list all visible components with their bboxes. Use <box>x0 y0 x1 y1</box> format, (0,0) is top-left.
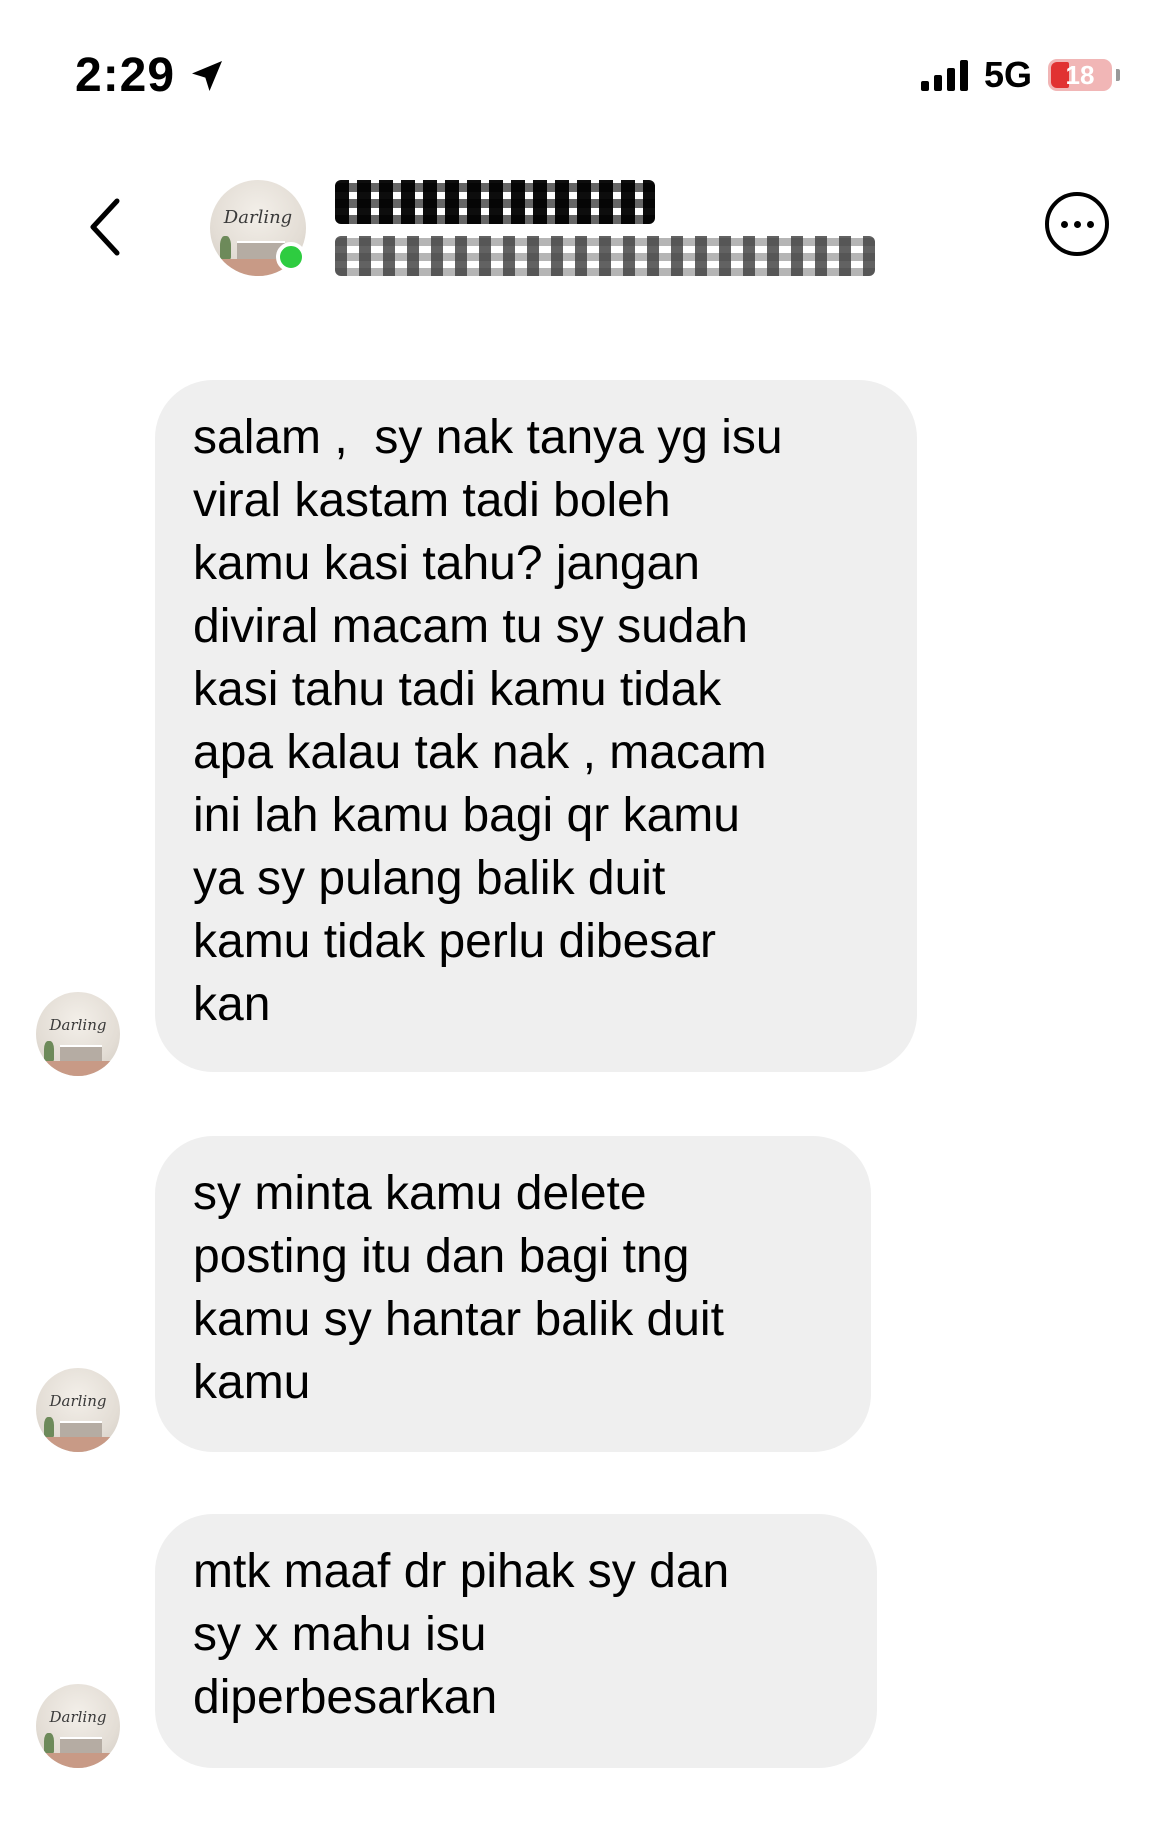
battery-icon: 18 <box>1048 59 1112 91</box>
avatar: Darling <box>36 1684 120 1768</box>
time-text: 2:29 <box>75 49 176 102</box>
online-status-dot <box>276 242 306 272</box>
avatar-plant <box>219 235 232 259</box>
redacted-subtitle-overlay <box>335 236 875 276</box>
sender-avatar[interactable]: Darling <box>36 1368 120 1452</box>
avatar-desk <box>59 1045 102 1061</box>
cellular-signal-icon <box>920 59 968 91</box>
network-type: 5G <box>983 54 1032 95</box>
avatar-desk <box>59 1421 102 1437</box>
more-dot-icon <box>1073 220 1081 228</box>
avatar-logo-text: Darling <box>49 1015 107 1034</box>
avatar-floor <box>36 1752 120 1768</box>
battery-cap <box>1116 69 1120 81</box>
avatar-plant <box>44 1732 55 1753</box>
avatar-floor <box>36 1060 120 1076</box>
chat-header: Darling <box>0 150 1170 300</box>
avatar-desk <box>59 1737 102 1753</box>
status-time: 2:29 <box>75 48 227 103</box>
avatar: Darling <box>36 992 120 1076</box>
contact-name[interactable] <box>335 180 655 224</box>
sender-avatar[interactable]: Darling <box>36 1684 120 1768</box>
contact-subtitle <box>335 236 875 276</box>
sender-avatar[interactable]: Darling <box>36 992 120 1076</box>
more-dot-icon <box>1060 220 1068 228</box>
battery-percent: 18 <box>1065 59 1095 90</box>
contact-avatar-button[interactable]: Darling <box>210 180 306 276</box>
status-bar: 2:29 5G 18 <box>0 0 1170 150</box>
redacted-name-overlay <box>335 180 655 224</box>
avatar-logo-text: Darling <box>49 1707 107 1726</box>
avatar: Darling <box>36 1368 120 1452</box>
back-button[interactable] <box>80 192 130 262</box>
message-bubble[interactable]: salam , sy nak tanya yg isu viral kastam… <box>155 380 917 1072</box>
avatar-plant <box>44 1416 55 1437</box>
chevron-left-icon <box>90 198 120 256</box>
avatar-logo-text: Darling <box>49 1391 107 1410</box>
status-indicators: 5G 18 <box>920 54 1120 96</box>
more-options-button[interactable] <box>1045 192 1109 256</box>
message-bubble[interactable]: mtk maaf dr pihak sy dan sy x mahu isu d… <box>155 1514 877 1768</box>
more-dot-icon <box>1086 220 1094 228</box>
location-arrow-icon <box>192 60 223 91</box>
avatar-plant <box>44 1040 55 1061</box>
avatar-logo-text: Darling <box>223 206 293 228</box>
message-bubble[interactable]: sy minta kamu delete posting itu dan bag… <box>155 1136 871 1452</box>
avatar-floor <box>36 1436 120 1452</box>
